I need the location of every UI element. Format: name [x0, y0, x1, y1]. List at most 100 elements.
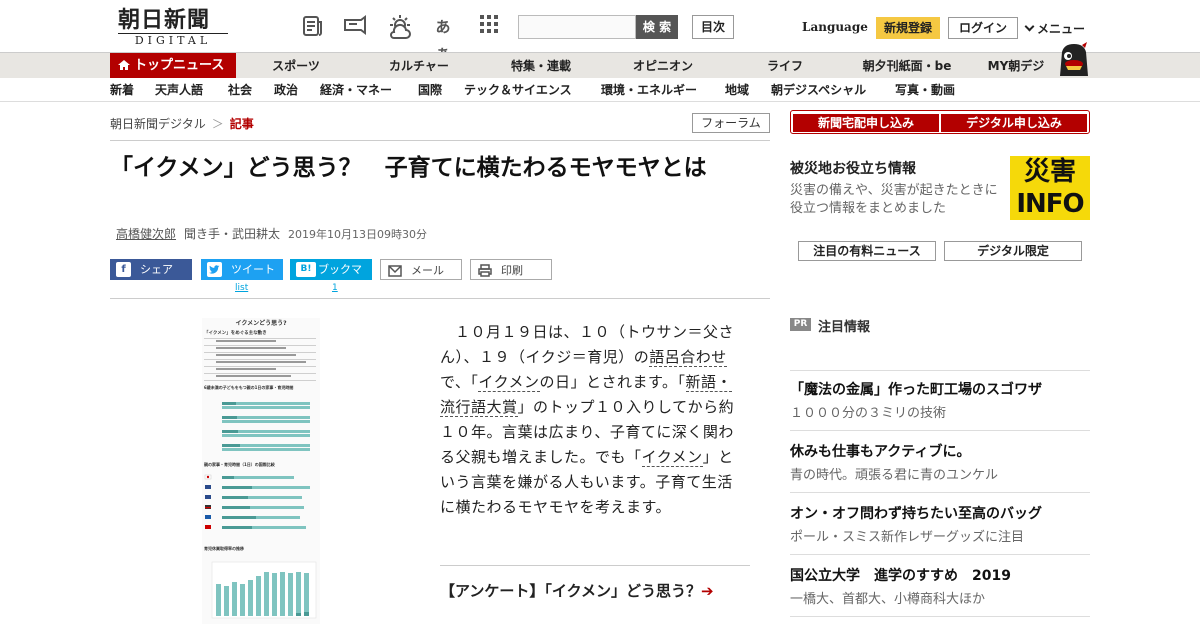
newspaper-icon[interactable] — [300, 14, 326, 40]
search-button[interactable]: 検 索 — [636, 15, 678, 39]
nav-new[interactable]: 新着 — [110, 78, 134, 102]
ad-desc: １０００分の３ミリの技術 — [790, 406, 947, 421]
hatena-count[interactable]: 1 — [332, 283, 338, 293]
nav-top-news[interactable]: トップニュース — [110, 53, 236, 79]
divider — [790, 430, 1090, 431]
forum-button[interactable]: フォーラム — [692, 113, 770, 133]
facebook-icon: f — [116, 262, 131, 277]
nav-opinion[interactable]: オピニオン — [633, 53, 693, 79]
disaster-info-banner[interactable]: 災害 INFO — [1010, 156, 1090, 220]
hatena-bookmark-button[interactable]: B! ブックマーク — [290, 259, 372, 297]
mail-share-button[interactable]: メール — [380, 259, 462, 280]
ad-title[interactable]: 休みも仕事もアクティブに。 — [790, 441, 970, 461]
body-text: で、「 — [440, 373, 479, 391]
nav-international[interactable]: 国際 — [418, 78, 442, 102]
menu-button[interactable]: メニュー — [1024, 20, 1085, 37]
nav-sports[interactable]: スポーツ — [272, 53, 320, 79]
nav-culture[interactable]: カルチャー — [389, 53, 449, 79]
site-logo[interactable]: 朝日新聞 DIGITAL — [118, 8, 228, 48]
nav-society[interactable]: 社会 — [228, 78, 252, 102]
subscribe-box: 新聞宅配申し込み デジタル申し込み — [790, 110, 1090, 134]
disaster-info-title[interactable]: 被災地お役立ち情報 — [790, 158, 916, 178]
mail-icon — [387, 263, 402, 278]
nav-politics[interactable]: 政治 — [274, 78, 298, 102]
twitter-count[interactable]: list — [235, 283, 248, 293]
article-infographic[interactable]: イクメンどう思う? 「イクメン」をめぐる主な動き 6歳未満の子どもをもつ親の1日… — [202, 318, 320, 624]
register-button[interactable]: 新規登録 — [876, 17, 940, 39]
nav-life[interactable]: ライフ — [767, 53, 803, 79]
ad-desc: 一橋大、首都大、小樽商科大ほか — [790, 592, 986, 607]
site-header: 朝日新聞 DIGITAL あぁ 検 索 目次 Language 新規登録 ログイ… — [0, 0, 1200, 62]
nav-photo-video[interactable]: 写真・動画 — [895, 78, 955, 102]
language-link[interactable]: Language — [802, 20, 868, 34]
mail-label: メール — [411, 264, 444, 277]
figure-heading-1: 「イクメン」をめぐる主な動き — [204, 329, 267, 336]
mascot-icon[interactable] — [1054, 42, 1092, 78]
pr-badge: PR — [790, 318, 811, 331]
logo-en: DIGITAL — [118, 33, 228, 48]
divider — [790, 370, 1090, 371]
interviewer: 聞き手・武田耕太 — [184, 227, 281, 241]
print-button[interactable]: 印刷 — [470, 259, 552, 280]
divider — [790, 554, 1090, 555]
nav-tech-science[interactable]: テック＆サイエンス — [464, 78, 572, 102]
nav-my-asadigi[interactable]: MY朝デジ — [988, 53, 1045, 79]
ad-title[interactable]: 国公立大学 進学のすすめ 2019 — [790, 565, 1011, 585]
body-text: の日」とされます。「 — [539, 373, 686, 391]
primary-nav: トップニュース スポーツ カルチャー 特集・連載 オピニオン ライフ 朝夕刊紙面… — [0, 52, 1200, 79]
divider — [790, 492, 1090, 493]
nav-environment[interactable]: 環境・エネルギー — [601, 78, 697, 102]
nav-features[interactable]: 特集・連載 — [511, 53, 571, 79]
article-title: 「イクメン」どう思う？ 子育てに横たわるモヤモヤとは — [110, 155, 707, 181]
divider — [110, 298, 770, 299]
banner-text-bottom: INFO — [1016, 189, 1084, 219]
contents-button[interactable]: 目次 — [692, 15, 734, 39]
digital-only-button[interactable]: デジタル限定 — [944, 241, 1082, 261]
home-icon — [118, 60, 130, 70]
apps-grid-icon[interactable] — [476, 14, 502, 40]
author-link[interactable]: 高橋健次郎 — [116, 227, 176, 241]
ad-desc: 青の時代。頑張る君に青のユンケル — [790, 468, 999, 483]
divider — [440, 565, 750, 566]
figure-title: イクメンどう思う? — [235, 319, 287, 327]
paid-news-button[interactable]: 注目の有料ニュース — [798, 241, 936, 261]
inline-link[interactable]: イクメン — [641, 448, 703, 467]
figure-heading-2: 6歳未満の子どもをもつ親の1日の家事・育児時間 — [204, 384, 293, 390]
breadcrumb-current: 記事 — [229, 117, 254, 131]
ad-title[interactable]: 「魔法の金属」作った町工場のスゴワザ — [790, 379, 1042, 399]
newspaper-subscribe-button[interactable]: 新聞宅配申し込み — [793, 114, 939, 132]
twitter-share-button[interactable]: ツイート — [201, 259, 283, 280]
arrow-right-icon: ➔ — [701, 582, 714, 600]
digital-subscribe-button[interactable]: デジタル申し込み — [941, 114, 1087, 132]
tweet-label: ツイート — [231, 263, 275, 276]
login-button[interactable]: ログイン — [948, 17, 1018, 39]
printer-icon — [477, 263, 492, 278]
share-label: シェア — [140, 263, 173, 276]
byline: 高橋健次郎 聞き手・武田耕太 2019年10月13日09時30分 — [116, 225, 427, 242]
nav-region[interactable]: 地域 — [725, 78, 749, 102]
bookmark-label: ブックマーク — [318, 263, 362, 297]
weather-icon[interactable] — [386, 14, 412, 40]
nav-tenseijingo[interactable]: 天声人語 — [155, 78, 203, 102]
enquete-link[interactable]: 【アンケート】「イクメン」どう思う？➔ — [440, 580, 730, 602]
nav-paper[interactable]: 朝夕刊紙面・be — [863, 53, 952, 79]
search-input[interactable] — [518, 15, 636, 39]
news-feed-icon[interactable] — [342, 14, 368, 40]
secondary-nav: 新着 天声人語 社会 政治 経済・マネー 国際 テック＆サイエンス 環境・エネル… — [0, 78, 1200, 102]
nav-label: トップニュース — [134, 58, 225, 73]
disaster-info-desc: 災害の備えや、災害が起きたときに役立つ情報をまとめました — [790, 183, 998, 216]
facebook-share-button[interactable]: f シェア — [110, 259, 192, 280]
inline-link[interactable]: 語呂合わせ — [649, 348, 727, 367]
divider — [110, 140, 770, 141]
nav-special[interactable]: 朝デジスペシャル — [771, 78, 866, 102]
nav-economy[interactable]: 経済・マネー — [320, 78, 392, 102]
ad-title[interactable]: オン・オフ問わず持ちたい至高のバッグ — [790, 503, 1042, 523]
enquete-text: 【アンケート】「イクメン」どう思う？ — [440, 582, 702, 600]
inline-link[interactable]: イクメン — [478, 373, 540, 392]
breadcrumb-root[interactable]: 朝日新聞デジタル — [110, 117, 206, 131]
font-size-icon[interactable]: あぁ — [430, 14, 456, 62]
ad-desc: ポール・スミス新作レザーグッズに注目 — [790, 530, 1025, 545]
chevron-down-icon — [1024, 21, 1035, 32]
divider — [790, 616, 1090, 617]
figure-heading-4: 育児休業取得率の推移 — [204, 545, 244, 551]
